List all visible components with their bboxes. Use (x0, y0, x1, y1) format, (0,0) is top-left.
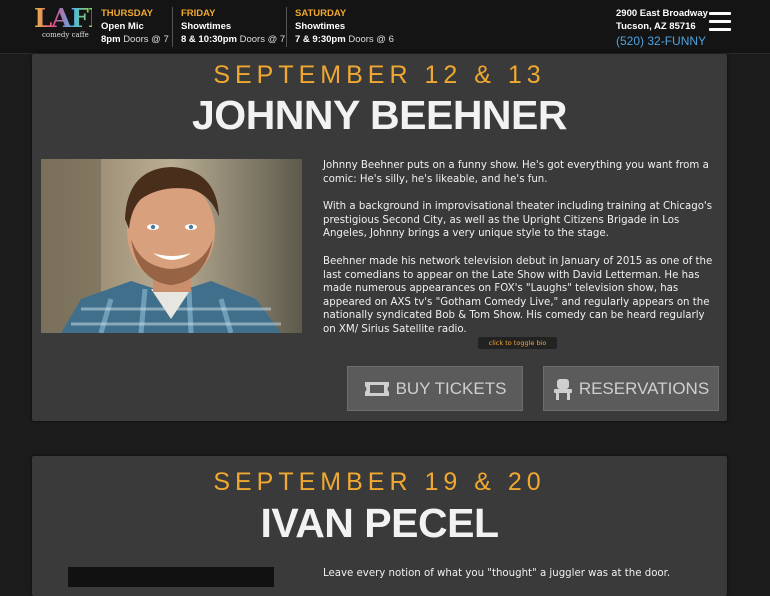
comedian-name: IVAN PECEL (260, 500, 500, 546)
bio-paragraph: Beehner made his network television debu… (323, 255, 713, 335)
show-date: SEPTEMBER 19 & 20 (213, 468, 546, 496)
show-card: SEPTEMBER 19 & 20 IVAN PECEL Leave every… (32, 456, 727, 596)
day-event: Open Mic (101, 21, 144, 32)
divider (286, 7, 287, 47)
buy-tickets-button[interactable]: BUY TICKETS (347, 366, 523, 411)
divider (172, 7, 173, 47)
toggle-bio-button[interactable]: click to toggle bio (478, 337, 557, 349)
day-event: Showtimes (181, 21, 232, 32)
comedian-bio: Johnny Beehner puts on a funny show. He'… (323, 159, 715, 351)
reservations-button[interactable]: RESERVATIONS (543, 366, 719, 411)
venue-address: 2900 East Broadway Tucson, AZ 85716 (520… (616, 7, 708, 49)
site-header: LAFFS comedy caffe THURSDAY Open Mic 8pm… (0, 0, 770, 54)
reservations-label: RESERVATIONS (578, 378, 710, 398)
ticket-icon (364, 381, 390, 397)
laffs-logo[interactable]: LAFFS comedy caffe (34, 4, 124, 46)
chair-icon (553, 378, 573, 400)
show-card: SEPTEMBER 12 & 13 JOHNNY BEEHNER Johnny … (32, 54, 727, 421)
address-line2: Tucson, AZ 85716 (616, 21, 696, 32)
comedian-photo (68, 567, 274, 587)
phone-link[interactable]: (520) 32-FUNNY (616, 33, 708, 49)
schedule-thursday: THURSDAY Open Mic 8pm Doors @ 7 (101, 7, 169, 46)
day-name: FRIDAY (181, 8, 216, 19)
logo-subtitle: comedy caffe (42, 31, 89, 39)
show-date: SEPTEMBER 12 & 13 (213, 61, 546, 89)
bio-paragraph: With a background in improvisational the… (323, 201, 713, 240)
bio-paragraph: Johnny Beehner puts on a funny show. He'… (323, 160, 709, 185)
day-name: SATURDAY (295, 8, 347, 19)
day-time: 8pm (101, 34, 121, 45)
schedule-friday: FRIDAY Showtimes 8 & 10:30pm Doors @ 7 (181, 7, 285, 46)
day-name: THURSDAY (101, 8, 153, 19)
logo-mark: LAFFS (34, 4, 124, 34)
day-time: 8 & 10:30pm (181, 34, 237, 45)
day-time: 7 & 9:30pm (295, 34, 346, 45)
day-doors: Doors @ 7 (123, 34, 169, 45)
comedian-photo (41, 159, 302, 333)
address-line1: 2900 East Broadway (616, 8, 708, 19)
day-doors: Doors @ 6 (348, 34, 394, 45)
hamburger-menu-icon[interactable] (709, 12, 731, 32)
schedule-saturday: SATURDAY Showtimes 7 & 9:30pm Doors @ 6 (295, 7, 394, 46)
buy-tickets-label: BUY TICKETS (395, 378, 507, 398)
day-event: Showtimes (295, 21, 346, 32)
day-doors: Doors @ 7 (239, 34, 286, 45)
comedian-name: JOHNNY BEEHNER (192, 92, 568, 138)
